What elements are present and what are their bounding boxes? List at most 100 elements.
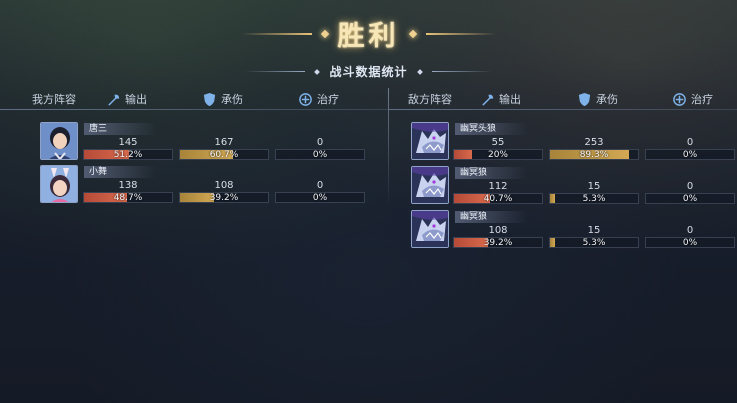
enemy-member-name: 幽冥狼 [455, 167, 527, 179]
taken-bar: 5.3% [549, 193, 639, 204]
battle-stats-title: 战斗数据统计 [329, 65, 408, 79]
enemy-member-name: 幽冥头狼 [455, 123, 527, 135]
taken-bar: 5.3% [549, 237, 639, 248]
enemy-member-name: 幽冥狼 [455, 211, 527, 223]
enemy-member-row: 幽冥狼 108 39.2% 15 5.3% 0 0% [411, 210, 737, 250]
ally-heal-column-header: 治疗 [298, 91, 339, 107]
taken-percent: 39.2% [209, 193, 239, 203]
enemy-heal-stat: 0 0% [645, 137, 735, 160]
ally-taken-stat: 108 39.2% [179, 180, 269, 203]
title-flourish-left [241, 32, 312, 35]
taken-value: 167 [214, 137, 234, 148]
ally-heal-label: 治疗 [317, 93, 339, 106]
wolf-portrait[interactable] [411, 210, 449, 248]
heal-bar: 0% [645, 237, 735, 248]
heal-bar: 0% [275, 192, 365, 203]
heal-percent: 0% [682, 150, 698, 160]
taken-bar: 60.7% [179, 149, 269, 160]
shield-icon [203, 92, 216, 106]
damage-percent: 40.7% [483, 194, 513, 204]
enemy-taken-label: 承伤 [596, 93, 618, 106]
taken-bar: 89.3% [549, 149, 639, 160]
enemy-team-label: 敌方阵容 [408, 93, 452, 106]
enemy-damage-stat: 55 20% [453, 137, 543, 160]
ally-member-row: 唐三 145 51.2% 167 60.7% 0 0% [40, 122, 390, 162]
title-flourish-right [425, 32, 496, 35]
damage-value: 112 [488, 181, 508, 192]
heal-icon [299, 92, 312, 106]
enemy-damage-stat: 112 40.7% [453, 181, 543, 204]
ally-header-underline [0, 109, 388, 110]
damage-bar: 39.2% [453, 237, 543, 248]
enemy-damage-stat: 108 39.2% [453, 225, 543, 248]
xiao-wu-portrait[interactable] [40, 165, 78, 203]
damage-percent: 20% [487, 150, 508, 160]
heal-value: 0 [316, 180, 324, 191]
enemy-damage-label: 输出 [499, 93, 521, 106]
heal-percent: 0% [682, 194, 698, 204]
title-diamond-right [408, 29, 417, 38]
subtitle-dot-left [314, 68, 321, 75]
damage-bar: 48.7% [83, 192, 173, 203]
enemy-damage-column-header: 输出 [480, 91, 521, 107]
ally-taken-label: 承伤 [221, 93, 243, 106]
enemy-taken-stat: 15 5.3% [549, 181, 639, 204]
enemy-member-row: 幽冥狼 112 40.7% 15 5.3% 0 0% [411, 166, 737, 206]
battle-stats-header: 战斗数据统计 [0, 63, 737, 80]
heal-percent: 0% [312, 150, 328, 160]
victory-title: 胜利 [337, 21, 400, 52]
enemy-header: 敌方阵容 输出 承伤 治疗 [389, 89, 737, 109]
enemy-member-row: 幽冥头狼 55 20% 253 89.3% 0 0% [411, 122, 737, 162]
ally-member-name: 唐三 [84, 123, 156, 135]
victory-banner: 胜利 [0, 14, 737, 53]
damage-bar: 20% [453, 149, 543, 160]
taken-value: 253 [584, 137, 604, 148]
subtitle-line-left [245, 71, 306, 72]
heal-bar: 0% [645, 193, 735, 204]
heal-value: 0 [316, 137, 324, 148]
ally-taken-stat: 167 60.7% [179, 137, 269, 160]
ally-damage-column-header: 输出 [106, 91, 147, 107]
enemy-heal-stat: 0 0% [645, 225, 735, 248]
ally-damage-stat: 145 51.2% [83, 137, 173, 160]
tang-san-portrait[interactable] [40, 122, 78, 160]
damage-value: 55 [491, 137, 505, 148]
ally-member-row: 小舞 138 48.7% 108 39.2% 0 0% [40, 165, 390, 205]
axe-icon [482, 94, 494, 106]
heal-value: 0 [686, 181, 694, 192]
taken-value: 15 [587, 181, 601, 192]
enemy-header-underline [389, 109, 737, 110]
heal-icon [673, 92, 686, 106]
ally-team-label: 我方阵容 [32, 93, 76, 106]
damage-value: 138 [118, 180, 138, 191]
taken-value: 108 [214, 180, 234, 191]
enemy-taken-stat: 15 5.3% [549, 225, 639, 248]
damage-percent: 39.2% [483, 238, 513, 248]
subtitle-dot-right [416, 68, 423, 75]
subtitle-line-right [431, 71, 492, 72]
damage-value: 145 [118, 137, 138, 148]
enemy-taken-stat: 253 89.3% [549, 137, 639, 160]
taken-value: 15 [587, 225, 601, 236]
damage-percent: 48.7% [113, 193, 143, 203]
taken-percent: 89.3% [579, 150, 609, 160]
heal-percent: 0% [312, 193, 328, 203]
heal-bar: 0% [275, 149, 365, 160]
taken-bar: 39.2% [179, 192, 269, 203]
taken-percent: 5.3% [582, 238, 606, 248]
shield-icon [578, 92, 591, 106]
heal-percent: 0% [682, 238, 698, 248]
title-diamond-left [320, 29, 329, 38]
damage-bar: 51.2% [83, 149, 173, 160]
ally-heal-stat: 0 0% [275, 180, 365, 203]
heal-value: 0 [686, 225, 694, 236]
heal-value: 0 [686, 137, 694, 148]
taken-percent: 60.7% [209, 150, 239, 160]
ally-damage-stat: 138 48.7% [83, 180, 173, 203]
wolf-portrait[interactable] [411, 166, 449, 204]
wolf-portrait[interactable] [411, 122, 449, 160]
ally-member-name: 小舞 [84, 166, 156, 178]
ally-heal-stat: 0 0% [275, 137, 365, 160]
heal-bar: 0% [645, 149, 735, 160]
ally-header: 我方阵容 输出 承伤 治疗 [0, 89, 388, 109]
